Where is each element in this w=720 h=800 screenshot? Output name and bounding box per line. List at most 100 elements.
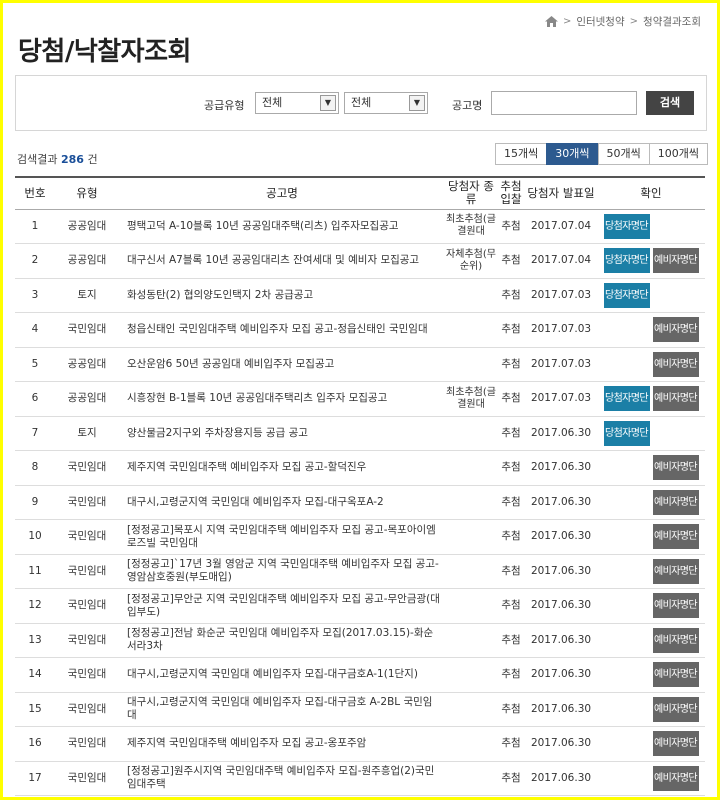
supply-type-label: 공급유형 <box>204 99 245 112</box>
row-no: 17 <box>15 761 55 796</box>
reserve-list-button[interactable]: 예비자명단 <box>652 627 699 653</box>
row-title-link[interactable]: 시흥장현 B-1블록 10년 공공임대주택리츠 입주자 모집공고 <box>119 381 445 417</box>
row-confirm: 예비자명단 <box>597 588 705 624</box>
table-row: 7 토지 양산물금2지구외 주차장용지등 공급 공고 추첨 2017.06.30 당첨자명… <box>15 416 705 451</box>
search-button[interactable]: 검색 <box>646 91 694 115</box>
per-page-option[interactable]: 100개씩 <box>648 143 708 165</box>
row-title-link[interactable]: [정정공고]전남 화순군 국민임대 예비입주자 모집(2017.03.15)-화… <box>119 623 445 658</box>
reserve-list-button[interactable]: 예비자명단 <box>652 489 699 515</box>
home-icon[interactable] <box>544 16 558 27</box>
row-type: 공공임대 <box>55 347 119 382</box>
reserve-list-button[interactable]: 예비자명단 <box>652 731 699 757</box>
row-title-link[interactable]: 평택고덕 A-10블록 10년 공공임대주택(리츠) 입주자모집공고 <box>119 209 445 244</box>
row-title-link[interactable]: 화성동탄(2) 협의양도인택지 2차 공급공고 <box>119 278 445 313</box>
breadcrumb-item[interactable]: 인터넷청약 <box>576 14 624 29</box>
per-page-option[interactable]: 50개씩 <box>597 143 650 165</box>
row-date: 2017.06.30 <box>525 554 597 589</box>
row-confirm: 예비자명단 <box>597 347 705 382</box>
row-confirm: 예비자명단 <box>597 657 705 693</box>
table-row: 2 공공임대 대구신서 A7블록 10년 공공임대리츠 잔여세대 및 예비자 모집공… <box>15 243 705 279</box>
row-type: 국민임대 <box>55 588 119 624</box>
row-title-link[interactable]: 제주지역 국민임대주택 예비입주자 모집 공고-할덕진우 <box>119 450 445 486</box>
row-date: 2017.06.30 <box>525 692 597 727</box>
notice-name-label: 공고명 <box>452 99 483 112</box>
per-page-option[interactable]: 15개씩 <box>495 143 548 165</box>
reserve-list-button[interactable]: 예비자명단 <box>652 662 699 688</box>
winner-list-button[interactable]: 당첨자명단 <box>603 420 650 446</box>
reserve-list-button[interactable]: 예비자명단 <box>652 696 699 722</box>
supply-type-select[interactable]: 전체 ▼ <box>255 92 339 114</box>
row-date: 2017.07.03 <box>525 278 597 313</box>
row-title-link[interactable]: 대구시,고령군지역 국민임대 예비입주자 모집-대구옥포A-2 <box>119 485 445 520</box>
search-panel: 공급유형 전체 ▼ 전체 ▼ 공고명 검색 <box>15 75 707 131</box>
row-title-link[interactable]: 오산운암6 50년 공공임대 예비입주자 모집공고 <box>119 347 445 382</box>
row-type: 공공임대 <box>55 243 119 279</box>
row-confirm: 예비자명단 <box>597 761 705 796</box>
reserve-list-button[interactable]: 예비자명단 <box>652 524 699 550</box>
table-row: 17 국민임대 [정정공고]원주시지역 국민임대주택 예비입주자 모집-원주흥업(2… <box>15 761 705 796</box>
select-value: 전체 <box>351 96 372 109</box>
reserve-list-button[interactable]: 예비자명단 <box>652 351 699 377</box>
row-type: 국민임대 <box>55 726 119 762</box>
row-title-link[interactable]: 양산물금2지구외 주차장용지등 공급 공고 <box>119 416 445 451</box>
row-type: 국민임대 <box>55 312 119 348</box>
row-confirm: 예비자명단 <box>597 692 705 727</box>
row-title-link[interactable]: [정정공고]원주시지역 국민임대주택 예비입주자 모집-원주흥업(2)국민임대주… <box>119 761 445 796</box>
supply-subtype-select[interactable]: 전체 ▼ <box>344 92 428 114</box>
winner-list-button[interactable]: 당첨자명단 <box>603 248 650 274</box>
row-title-link[interactable]: 대구신서 A7블록 10년 공공임대리츠 잔여세대 및 예비자 모집공고 <box>119 243 445 279</box>
row-confirm: 당첨자명단 예비자명단 <box>597 381 705 417</box>
table-row: 3 토지 화성동탄(2) 협의양도인택지 2차 공급공고 추첨 2017.07.03 당첨… <box>15 278 705 313</box>
row-kind: 최초추첨(글결원대 <box>445 209 497 244</box>
reserve-list-button[interactable]: 예비자명단 <box>652 455 699 481</box>
table-row: 10 국민임대 [정정공고]목포시 지역 국민임대주택 예비입주자 모집 공고-목포… <box>15 519 705 555</box>
reserve-list-button[interactable]: 예비자명단 <box>652 386 699 412</box>
row-title-link[interactable]: [정정공고]목포시 지역 국민임대주택 예비입주자 모집 공고-목포아이엠로즈빌… <box>119 519 445 555</box>
reserve-list-button[interactable]: 예비자명단 <box>652 765 699 791</box>
row-date: 2017.07.03 <box>525 312 597 348</box>
row-kind <box>445 312 497 348</box>
row-title-link[interactable]: [정정공고]무안군 지역 국민임대주택 예비입주자 모집 공고-무안금광(대입부… <box>119 588 445 624</box>
row-type: 국민임대 <box>55 485 119 520</box>
row-kind <box>445 692 497 727</box>
breadcrumb: > 인터넷청약 > 청약결과조회 <box>544 14 701 29</box>
table-row: 9 국민임대 대구시,고령군지역 국민임대 예비입주자 모집-대구옥포A-2 추첨 20… <box>15 485 705 520</box>
winner-list-button[interactable]: 당첨자명단 <box>603 386 650 412</box>
row-confirm: 예비자명단 <box>597 726 705 762</box>
row-title-link[interactable]: 대구시,고령군지역 국민임대 예비입주자 모집-대구금호 A-2BL 국민임대 <box>119 692 445 727</box>
row-date: 2017.06.30 <box>525 450 597 486</box>
row-confirm: 예비자명단 <box>597 519 705 555</box>
header-kind: 당첨자 종류 <box>445 176 497 210</box>
select-value: 전체 <box>262 96 283 109</box>
row-confirm: 당첨자명단 <box>597 278 705 313</box>
row-method: 추첨 <box>497 623 525 658</box>
winner-list-button[interactable]: 당첨자명단 <box>603 213 650 239</box>
row-kind <box>445 416 497 451</box>
row-type: 국민임대 <box>55 692 119 727</box>
row-confirm: 당첨자명단 <box>597 209 705 244</box>
row-method: 추첨 <box>497 726 525 762</box>
reserve-list-button[interactable]: 예비자명단 <box>652 248 699 274</box>
row-date: 2017.07.03 <box>525 347 597 382</box>
reserve-list-button[interactable]: 예비자명단 <box>652 558 699 584</box>
table-row: 8 국민임대 제주지역 국민임대주택 예비입주자 모집 공고-할덕진우 추첨 2017.… <box>15 450 705 486</box>
row-title-link[interactable]: 대구시,고령군지역 국민임대 예비입주자 모집-대구금호A-1(1단지) <box>119 657 445 693</box>
breadcrumb-item[interactable]: 청약결과조회 <box>643 14 701 29</box>
reserve-list-button[interactable]: 예비자명단 <box>652 317 699 343</box>
row-kind <box>445 347 497 382</box>
row-title-link[interactable]: 청읍신태인 국민임대주택 예비입주자 모집 공고-정읍신태인 국민임대 <box>119 312 445 348</box>
row-method: 추첨 <box>497 416 525 451</box>
per-page-option[interactable]: 30개씩 <box>546 143 599 165</box>
row-title-link[interactable]: [정정공고]`17년 3월 영암군 지역 국민임대주택 예비입주자 모집 공고-… <box>119 554 445 589</box>
reserve-list-button[interactable]: 예비자명단 <box>652 593 699 619</box>
row-method: 추첨 <box>497 278 525 313</box>
notice-name-input[interactable] <box>491 91 637 115</box>
table-row: 14 국민임대 대구시,고령군지역 국민임대 예비입주자 모집-대구금호A-1(1단… <box>15 657 705 693</box>
row-no: 2 <box>15 243 55 279</box>
row-method: 추첨 <box>497 692 525 727</box>
row-title-link[interactable]: 제주지역 국민임대주택 예비입주자 모집 공고-옹포주암 <box>119 726 445 762</box>
row-method: 추첨 <box>497 588 525 624</box>
table-row: 16 국민임대 제주지역 국민임대주택 예비입주자 모집 공고-옹포주암 추첨 2017… <box>15 726 705 762</box>
winner-list-button[interactable]: 당첨자명단 <box>603 282 650 308</box>
row-date: 2017.07.03 <box>525 381 597 417</box>
